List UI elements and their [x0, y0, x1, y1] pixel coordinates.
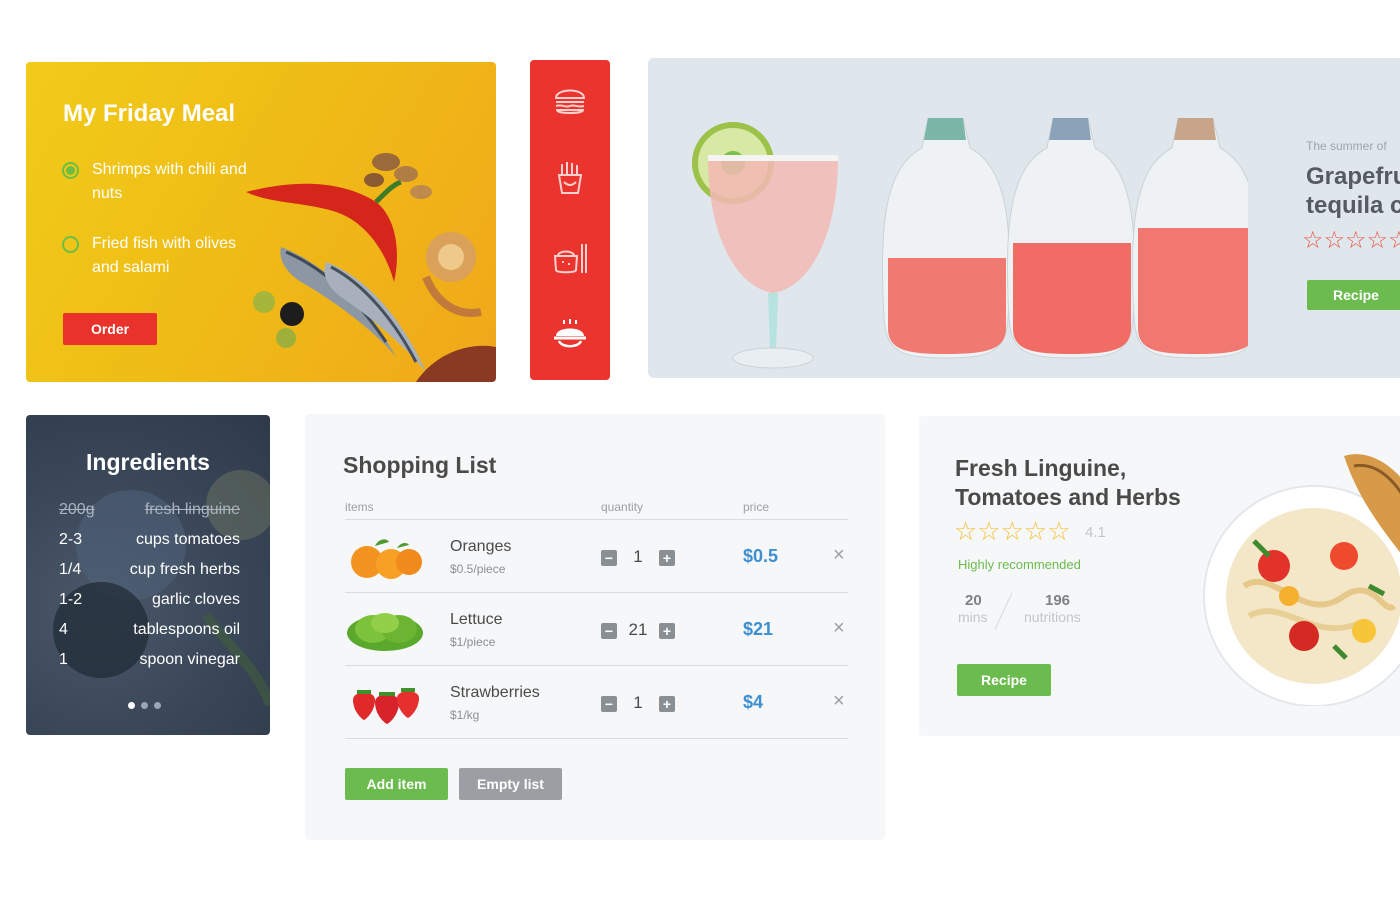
recipe-rating-stars[interactable]: ☆☆☆☆☆ — [954, 516, 1071, 547]
remove-icon[interactable]: × — [833, 690, 845, 713]
quantity-value[interactable]: 21 — [619, 620, 657, 640]
decrement-button[interactable]: − — [601, 696, 617, 712]
meal-option-label: Fried fish with olives and salami — [92, 235, 237, 276]
ingredient-row[interactable]: 1-2 garlic cloves — [59, 591, 240, 615]
hero-title-line: Grapefru — [1306, 163, 1400, 190]
hero-recipe-button[interactable]: Recipe — [1307, 280, 1400, 310]
time-label: mins — [958, 609, 988, 625]
nutrition-value: 196 — [1045, 592, 1071, 609]
ingredient-qty: 2-3 — [59, 531, 83, 548]
rating-value: 4.1 — [1085, 524, 1106, 541]
oranges-thumbnail — [351, 539, 422, 579]
increment-button[interactable]: + — [659, 696, 675, 712]
ingredient-qty: 200g — [59, 501, 95, 518]
product-price: $21 — [743, 619, 774, 639]
pagination-dot[interactable] — [141, 702, 148, 709]
table-row: Lettuce $1/piece − 21 + $21 × — [345, 593, 848, 666]
ingredient-name: garlic cloves — [151, 591, 240, 608]
bottle-2 — [1006, 118, 1136, 359]
ingredient-row[interactable]: 1 spoon vinegar — [59, 651, 240, 675]
friday-meal-card: My Friday Meal Shrimps with chili and nu… — [26, 62, 496, 382]
linguine-plate-photo — [1203, 454, 1400, 706]
ingredient-qty: 1 — [59, 651, 68, 668]
category-icon-rail — [530, 60, 610, 380]
stat-divider — [994, 592, 1013, 630]
product-unit-price: $1/piece — [450, 635, 496, 649]
ingredient-row[interactable]: 200g fresh linguine — [59, 501, 240, 525]
shopping-list-title: Shopping List — [343, 452, 497, 478]
bottle-1 — [881, 118, 1011, 359]
order-button[interactable]: Order — [63, 313, 157, 345]
increment-button[interactable]: + — [659, 623, 675, 639]
star-outline-icon[interactable]: ☆☆☆☆☆ — [954, 516, 1071, 546]
drinks-photo-illustration — [692, 118, 1248, 369]
product-name: Strawberries — [450, 684, 540, 701]
nutrition-label: nutritions — [1024, 609, 1081, 625]
ingredients-card: Ingredients 200g fresh linguine 2-3 cups… — [26, 415, 270, 735]
meal-option-fried-fish[interactable]: Fried fish with olives and salami — [62, 232, 252, 280]
radio-unchecked-icon[interactable] — [62, 236, 79, 253]
ingredient-name: cup fresh herbs — [129, 561, 240, 578]
product-unit-price: $0.5/piece — [450, 562, 506, 576]
pagination-dot-active[interactable] — [128, 702, 135, 709]
ingredient-qty: 1-2 — [59, 591, 83, 608]
serving-dish-icon[interactable] — [552, 318, 588, 354]
bottle-3 — [1131, 118, 1248, 359]
recipe-card-linguine: Fresh Linguine, Tomatoes and Herbs ☆☆☆☆☆… — [919, 416, 1400, 736]
table-row: Strawberries $1/kg − 1 + $4 × — [345, 666, 848, 739]
quantity-value[interactable]: 1 — [619, 547, 657, 567]
column-header-price: price — [743, 500, 770, 514]
product-name: Lettuce — [450, 611, 503, 628]
radio-checked-icon[interactable] — [62, 162, 79, 179]
add-item-button[interactable]: Add item — [345, 768, 448, 800]
recipe-title: Fresh Linguine, Tomatoes and Herbs — [955, 455, 1181, 510]
pagination-dot[interactable] — [154, 702, 161, 709]
ingredients-title: Ingredients — [86, 449, 210, 475]
increment-button[interactable]: + — [659, 550, 675, 566]
meal-option-shrimps[interactable]: Shrimps with chili and nuts — [62, 158, 252, 206]
shopping-list-card: Shopping List items quantity price Orang… — [305, 414, 885, 840]
recipe-button[interactable]: Recipe — [957, 664, 1051, 696]
decrement-button[interactable]: − — [601, 623, 617, 639]
featured-drink-card: The summer of Grapefru tequila c ☆☆☆☆☆ R… — [648, 58, 1400, 378]
table-row: Oranges $0.5/piece − 1 + $0.5 × — [345, 520, 848, 593]
lettuce-thumbnail — [347, 613, 423, 651]
food-photo-illustration — [246, 153, 496, 382]
ingredient-qty: 1/4 — [59, 561, 82, 578]
burger-icon[interactable] — [552, 82, 588, 118]
column-header-items: items — [345, 500, 374, 514]
quantity-value[interactable]: 1 — [619, 693, 657, 713]
hero-rating-stars[interactable]: ☆☆☆☆☆ — [1302, 226, 1400, 255]
empty-list-button[interactable]: Empty list — [459, 768, 562, 800]
hero-title-line: tequila c — [1306, 192, 1400, 219]
ingredient-name: spoon vinegar — [139, 651, 240, 668]
hero-title: Grapefru tequila c — [1306, 162, 1400, 220]
hero-subtitle: The summer of — [1306, 139, 1387, 153]
ingredient-row[interactable]: 4 tablespoons oil — [59, 621, 240, 645]
ingredient-name: cups tomatoes — [135, 531, 240, 548]
meal-option-label: Shrimps with chili and nuts — [92, 161, 247, 202]
ingredient-name: fresh linguine — [144, 501, 240, 518]
decrement-button[interactable]: − — [601, 550, 617, 566]
column-header-quantity: quantity — [601, 500, 644, 514]
star-outline-icon[interactable]: ☆☆☆☆☆ — [1302, 227, 1400, 254]
remove-icon[interactable]: × — [833, 617, 845, 640]
ingredient-row[interactable]: 2-3 cups tomatoes — [59, 531, 240, 555]
ingredient-qty: 4 — [59, 621, 68, 638]
ingredient-row[interactable]: 1/4 cup fresh herbs — [59, 561, 240, 585]
remove-icon[interactable]: × — [833, 544, 845, 567]
divider — [345, 738, 848, 739]
recommendation-label: Highly recommended — [958, 557, 1081, 572]
meal-card-title: My Friday Meal — [63, 100, 236, 127]
time-value: 20 — [965, 592, 982, 609]
carousel-pagination — [128, 696, 167, 714]
product-price: $0.5 — [743, 546, 779, 566]
product-price: $4 — [743, 692, 764, 712]
rice-bowl-chopsticks-icon[interactable] — [552, 240, 588, 276]
product-unit-price: $1/kg — [450, 708, 480, 722]
product-name: Oranges — [450, 538, 512, 555]
strawberries-thumbnail — [353, 688, 419, 724]
fries-icon[interactable] — [552, 160, 588, 196]
ingredient-name: tablespoons oil — [133, 621, 240, 638]
